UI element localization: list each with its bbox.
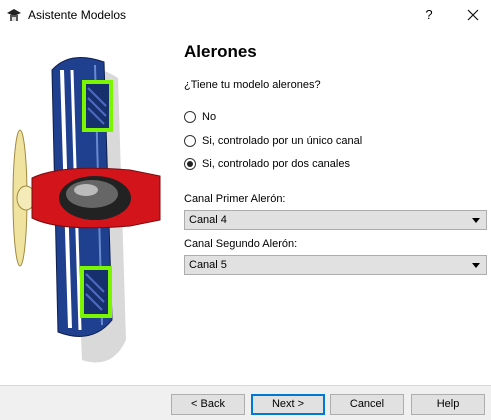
first-aileron-channel-select[interactable]: Canal 4 (184, 210, 487, 230)
button-bar: < Back Next > Cancel Help (0, 385, 491, 420)
first-aileron-channel-label: Canal Primer Alerón: (184, 193, 286, 205)
window-title: Asistente Modelos (28, 8, 127, 22)
radio-label: Si, controlado por dos canales (202, 158, 350, 170)
cancel-button[interactable]: Cancel (330, 394, 404, 415)
app-icon (7, 9, 21, 21)
airplane-illustration (12, 57, 161, 363)
second-aileron-channel-label: Canal Segundo Alerón: (184, 238, 298, 250)
select-value: Canal 5 (189, 259, 227, 271)
page-title: Alerones (184, 42, 257, 61)
radio-option-no[interactable]: No (184, 109, 216, 125)
title-bar: Asistente Modelos ? (0, 0, 491, 30)
second-aileron-channel-select[interactable]: Canal 5 (184, 255, 487, 275)
radio-label: No (202, 111, 217, 123)
chevron-down-icon (472, 218, 480, 223)
chevron-down-icon (472, 263, 480, 268)
select-value: Canal 4 (189, 214, 227, 226)
title-help-button[interactable]: ? (418, 5, 440, 25)
close-icon[interactable] (462, 5, 484, 25)
radio-button[interactable] (184, 111, 196, 123)
radio-button-selected[interactable] (184, 158, 196, 170)
radio-option-two-channels[interactable]: Si, controlado por dos canales (184, 156, 350, 172)
next-button[interactable]: Next > (251, 394, 325, 415)
radio-label: Si, controlado por un único canal (202, 135, 363, 147)
help-button[interactable]: Help (411, 394, 485, 415)
radio-option-single-channel[interactable]: Si, controlado por un único canal (184, 133, 362, 149)
back-button[interactable]: < Back (171, 394, 245, 415)
question-label: ¿Tiene tu modelo alerones? (184, 79, 321, 91)
radio-button[interactable] (184, 135, 196, 147)
